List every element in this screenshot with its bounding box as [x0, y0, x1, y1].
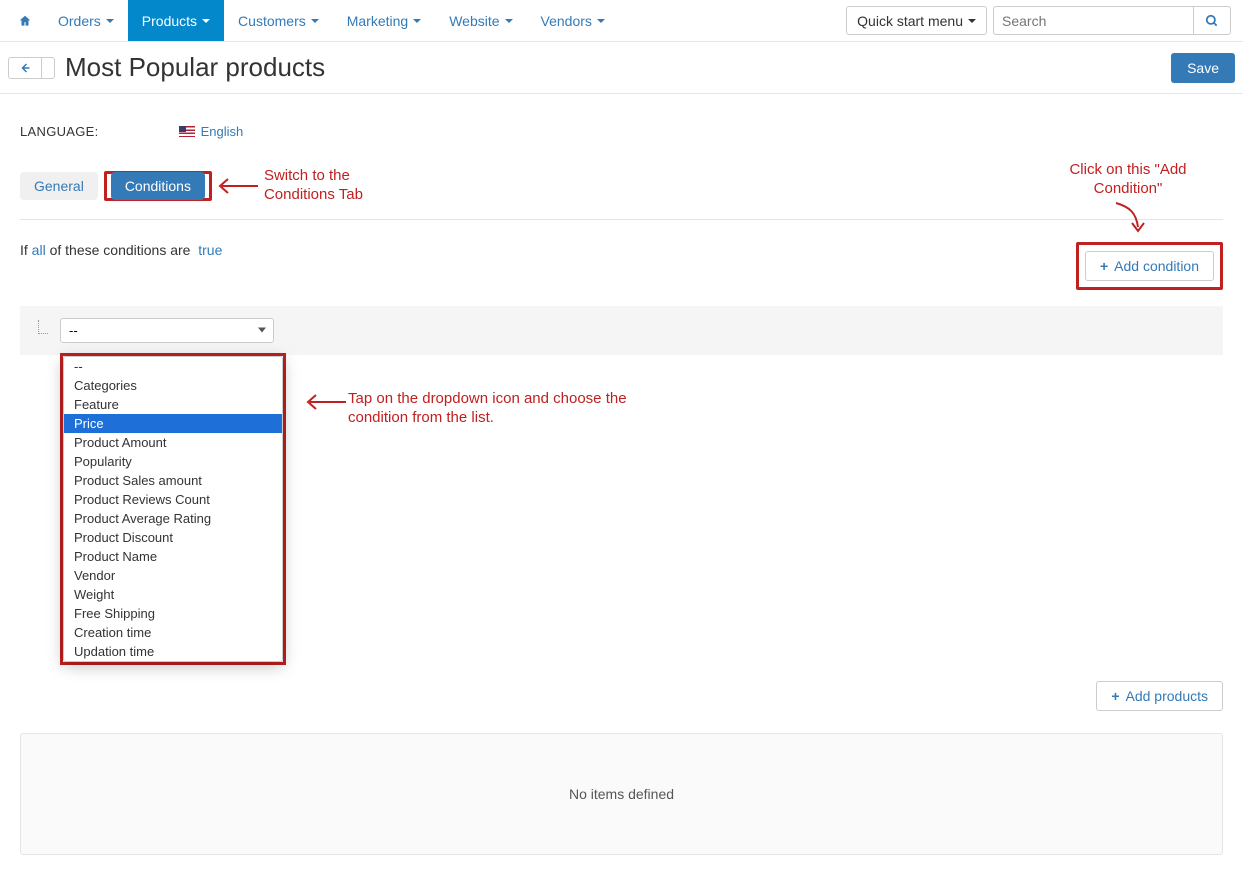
annotation-highlight-dropdown: --CategoriesFeaturePriceProduct AmountPo… [60, 353, 286, 665]
chevron-down-icon [202, 19, 210, 23]
condition-type-select[interactable]: -- [60, 318, 274, 343]
condition-type-options[interactable]: --CategoriesFeaturePriceProduct AmountPo… [63, 356, 283, 662]
tab-conditions[interactable]: Conditions [111, 172, 205, 200]
condition-option[interactable]: Product Amount [64, 433, 282, 452]
condition-option[interactable]: Creation time [64, 623, 282, 642]
annotation-switch-tab: Switch to the Conditions Tab [264, 167, 424, 205]
chevron-down-icon [106, 19, 114, 23]
chevron-down-icon [311, 19, 319, 23]
language-selector[interactable]: English [179, 124, 248, 139]
chevron-down-icon [968, 19, 976, 23]
language-label: LANGUAGE: [20, 124, 99, 139]
arrow-left-icon [19, 62, 31, 74]
condition-all-dropdown[interactable]: all [32, 242, 50, 258]
tree-connector-icon [38, 320, 48, 334]
nav-orders[interactable]: Orders [44, 0, 128, 41]
nav-website[interactable]: Website [435, 0, 526, 41]
page-title: Most Popular products [65, 52, 1171, 83]
condition-option[interactable]: Categories [64, 376, 282, 395]
nav-marketing[interactable]: Marketing [333, 0, 435, 41]
language-value: English [201, 124, 244, 139]
condition-option[interactable]: Product Sales amount [64, 471, 282, 490]
condition-option[interactable]: Popularity [64, 452, 282, 471]
chevron-down-icon [597, 19, 605, 23]
condition-option[interactable]: Price [64, 414, 282, 433]
save-button[interactable]: Save [1171, 53, 1235, 83]
condition-option[interactable]: Product Discount [64, 528, 282, 547]
plus-icon: + [1111, 688, 1119, 704]
annotation-choose-dropdown: Tap on the dropdown icon and choose the … [348, 389, 648, 428]
flag-us-icon [179, 126, 195, 137]
condition-true-dropdown[interactable]: true [198, 242, 222, 258]
annotation-highlight-tab: Conditions [104, 171, 212, 201]
add-products-button[interactable]: + Add products [1096, 681, 1223, 711]
condition-row: -- [20, 306, 1223, 355]
tab-general[interactable]: General [20, 172, 98, 200]
condition-option[interactable]: Vendor [64, 566, 282, 585]
arrow-down-icon [1110, 199, 1146, 233]
add-condition-button[interactable]: + Add condition [1085, 251, 1214, 281]
condition-sentence: If all of these conditions are true [20, 242, 222, 258]
back-button[interactable] [8, 57, 42, 79]
condition-option[interactable]: Weight [64, 585, 282, 604]
arrow-left-icon [216, 173, 260, 199]
back-dropdown[interactable] [42, 57, 55, 79]
nav-vendors[interactable]: Vendors [527, 0, 619, 41]
annotation-click-add: Click on this "Add Condition" [1043, 161, 1213, 199]
annotation-highlight-add-condition: + Add condition [1076, 242, 1223, 290]
no-items-message: No items defined [20, 733, 1223, 855]
search-icon [1205, 14, 1219, 28]
condition-option[interactable]: Product Name [64, 547, 282, 566]
chevron-down-icon [413, 19, 421, 23]
search-button[interactable] [1193, 6, 1231, 35]
nav-customers[interactable]: Customers [224, 0, 333, 41]
home-icon [18, 14, 32, 28]
condition-option[interactable]: Product Reviews Count [64, 490, 282, 509]
arrow-left-icon [304, 389, 348, 415]
condition-option[interactable]: Product Average Rating [64, 509, 282, 528]
chevron-down-icon [505, 19, 513, 23]
nav-home[interactable] [6, 0, 44, 41]
condition-option[interactable]: Free Shipping [64, 604, 282, 623]
condition-option[interactable]: Feature [64, 395, 282, 414]
quick-start-menu[interactable]: Quick start menu [846, 6, 987, 35]
search-input[interactable] [993, 6, 1193, 35]
condition-option[interactable]: Updation time [64, 642, 282, 661]
nav-products[interactable]: Products [128, 0, 224, 41]
condition-option[interactable]: -- [64, 357, 282, 376]
plus-icon: + [1100, 258, 1108, 274]
